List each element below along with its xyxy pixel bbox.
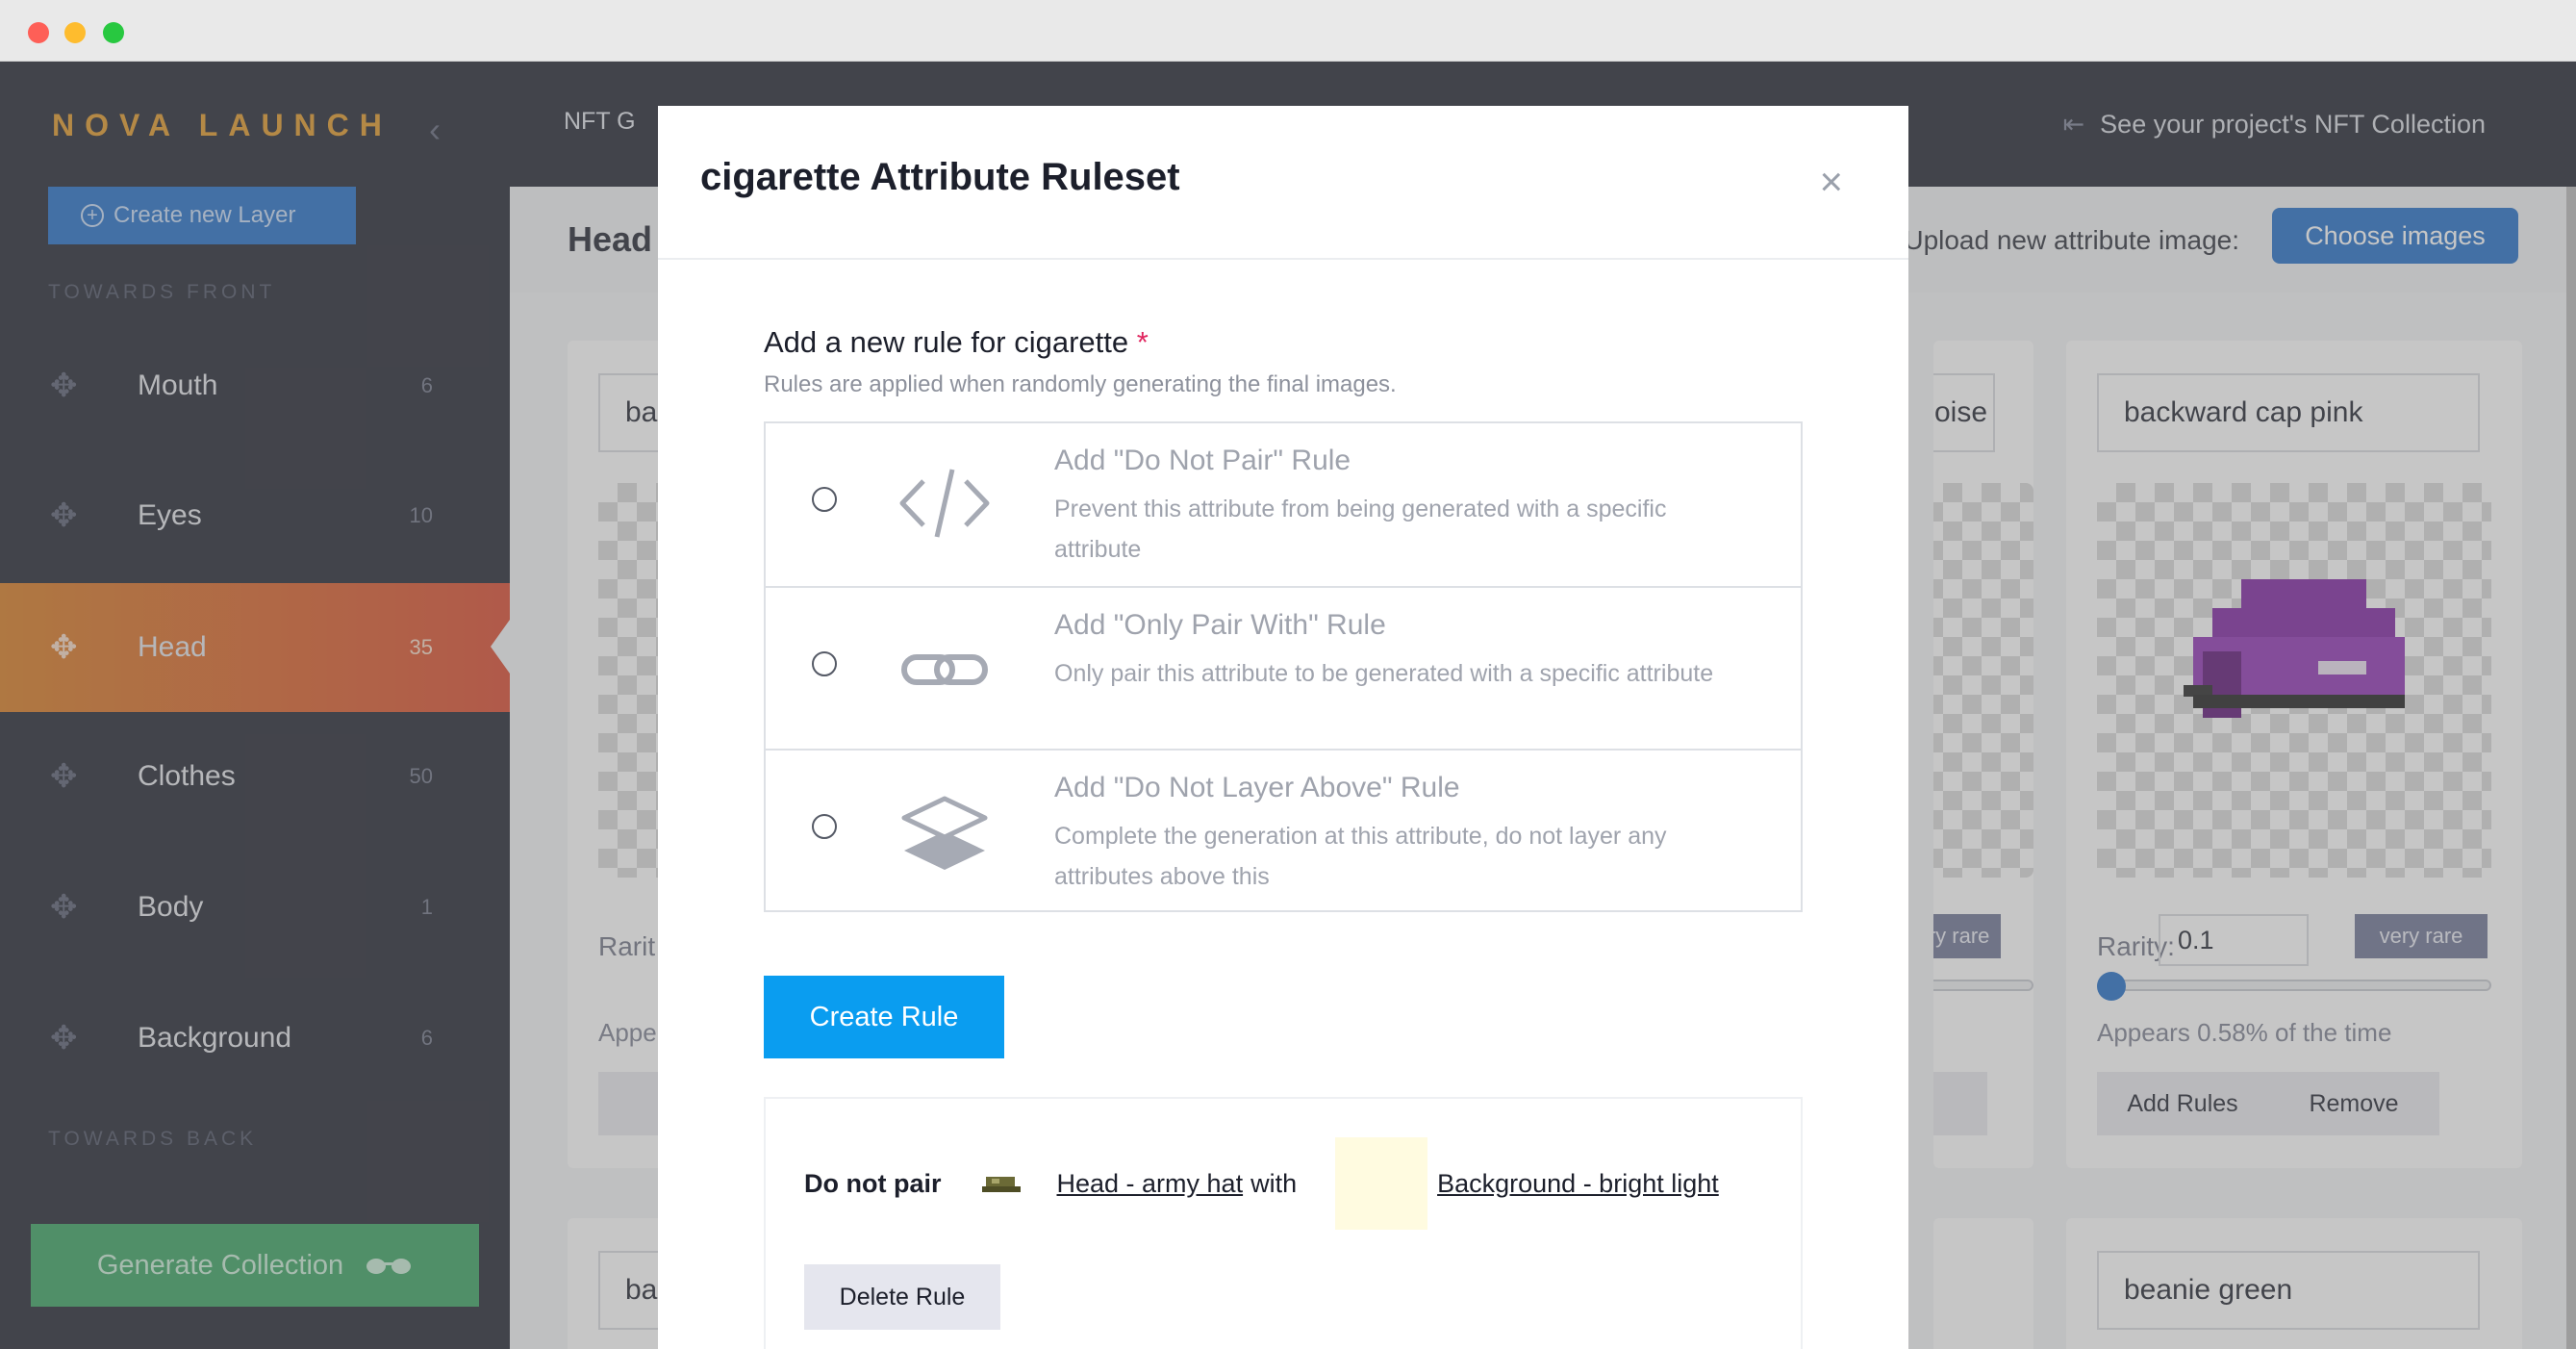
modal-title: cigarette Attribute Ruleset [700, 156, 1180, 198]
window-close-button[interactable] [28, 22, 49, 43]
attribute-link-army-hat[interactable]: Head - army hat [1057, 1169, 1244, 1199]
rule-type-label: Do not pair [804, 1168, 942, 1198]
option-do-not-layer-above[interactable]: Add "Do Not Layer Above" Rule Complete t… [766, 749, 1801, 911]
option-only-pair-with[interactable]: Add "Only Pair With" Rule Only pair this… [766, 586, 1801, 749]
radio-do-not-layer-above[interactable] [812, 814, 837, 839]
radio-only-pair-with[interactable] [812, 651, 837, 676]
option-description: Prevent this attribute from being genera… [1054, 496, 1667, 563]
with-text: with [1250, 1168, 1298, 1198]
option-description: Only pair this attribute to be generated… [1054, 660, 1714, 687]
ruleset-modal: cigarette Attribute Ruleset × Add a new … [658, 106, 1908, 1349]
close-icon[interactable]: × [1819, 162, 1843, 202]
rule-type-options: Add "Do Not Pair" Rule Prevent this attr… [764, 421, 1803, 912]
new-rule-subheading: Rules are applied when randomly generati… [764, 371, 1397, 397]
window-titlebar [0, 0, 2576, 62]
create-rule-button[interactable]: Create Rule [764, 976, 1004, 1058]
layers-icon [901, 796, 988, 870]
new-rule-heading: Add a new rule for cigarette * [764, 325, 1149, 360]
option-title: Add "Do Not Pair" Rule [1054, 445, 1351, 476]
window-minimize-button[interactable] [64, 22, 86, 43]
option-title: Add "Only Pair With" Rule [1054, 609, 1386, 641]
link-icon [901, 654, 988, 685]
option-description: Complete the generation at this attribut… [1054, 823, 1667, 890]
rule-description: Do not pair Head - army hat with Backgro… [804, 1135, 1719, 1232]
required-mark: * [1136, 325, 1149, 359]
option-do-not-pair[interactable]: Add "Do Not Pair" Rule Prevent this attr… [766, 423, 1801, 586]
existing-rule: Do not pair Head - army hat with Backgro… [764, 1097, 1803, 1349]
delete-rule-button[interactable]: Delete Rule [804, 1264, 1000, 1330]
modal-header: cigarette Attribute Ruleset × [658, 106, 1908, 260]
bright-light-thumbnail [1335, 1137, 1428, 1230]
window-maximize-button[interactable] [103, 22, 124, 43]
army-hat-thumbnail [981, 1177, 1021, 1192]
attribute-link-bright-light[interactable]: Background - bright light [1437, 1169, 1719, 1199]
option-title: Add "Do Not Layer Above" Rule [1054, 772, 1460, 803]
code-icon [899, 469, 990, 538]
radio-do-not-pair[interactable] [812, 487, 837, 512]
new-rule-heading-text: Add a new rule for cigarette [764, 325, 1129, 359]
